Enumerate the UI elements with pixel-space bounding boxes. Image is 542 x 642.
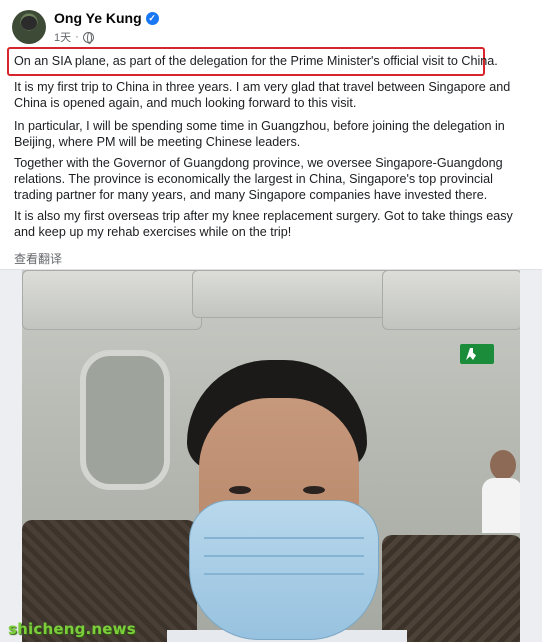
watermark: shicheng.news [8, 620, 136, 638]
see-translation-link[interactable]: 查看翻译 [14, 250, 62, 267]
post-paragraph-5: It is also my first overseas trip after … [14, 209, 513, 239]
separator: · [75, 31, 79, 43]
post-header: Ong Ye Kung ✓ 1天 · [12, 10, 312, 46]
overhead-bin [22, 270, 202, 330]
exit-sign [460, 344, 494, 364]
author-name-row: Ong Ye Kung ✓ [54, 10, 159, 26]
face-mask [189, 500, 379, 640]
verified-icon: ✓ [145, 11, 159, 25]
background-passenger [482, 450, 520, 533]
post-time[interactable]: 1天 [54, 29, 71, 45]
post-meta: 1天 · [54, 29, 94, 45]
author-avatar[interactable] [12, 10, 46, 44]
overhead-bin [192, 270, 392, 318]
author-name[interactable]: Ong Ye Kung [54, 10, 142, 26]
overhead-bin [382, 270, 520, 330]
post-paragraph-4: Together with the Governor of Guangdong … [14, 156, 503, 202]
post-paragraph-2: It is my first trip to China in three ye… [14, 80, 511, 110]
globe-icon [82, 31, 94, 44]
post-paragraph-3: In particular, I will be spending some t… [14, 119, 505, 149]
post-paragraph-1: On an SIA plane, as part of the delegati… [14, 54, 498, 68]
facebook-post-card: Ong Ye Kung ✓ 1天 · On an SIA plane, as p… [0, 0, 542, 270]
cabin-window [80, 350, 170, 490]
post-photo[interactable] [22, 270, 520, 642]
person-selfie [167, 360, 407, 642]
